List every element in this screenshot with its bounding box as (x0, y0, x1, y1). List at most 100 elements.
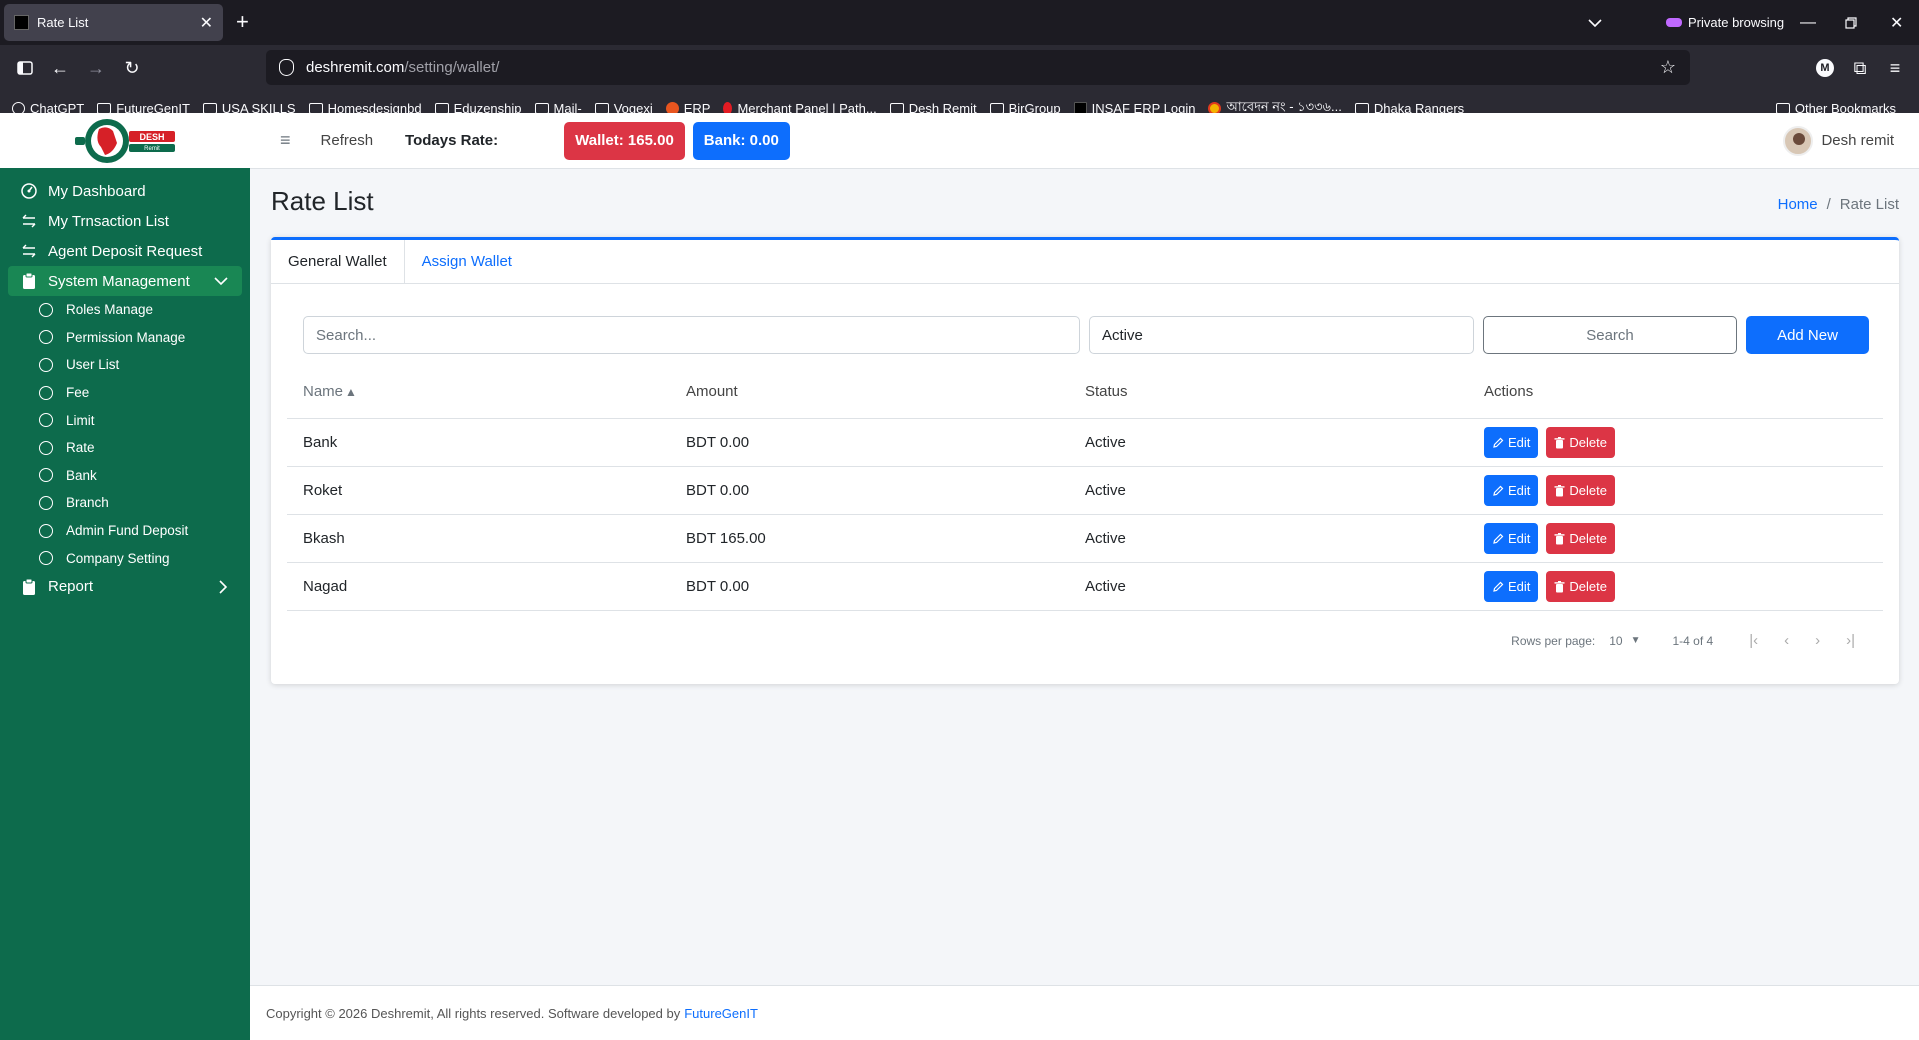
transfer-icon (20, 242, 38, 260)
chevron-down-icon[interactable] (214, 276, 228, 286)
wallet-tabs: General Wallet Assign Wallet (271, 240, 1899, 284)
cell-amount: BDT 0.00 (686, 482, 750, 499)
column-header-amount: Amount (686, 383, 738, 400)
delete-button[interactable]: Delete (1546, 523, 1615, 554)
tab-assign-wallet[interactable]: Assign Wallet (405, 240, 529, 283)
edit-label: Edit (1508, 579, 1531, 594)
close-window-icon[interactable]: ✕ (1890, 0, 1903, 45)
next-page-icon[interactable]: › (1815, 632, 1820, 649)
address-bar[interactable]: deshremit.com/setting/wallet/ ☆ (266, 50, 1690, 85)
browser-tab[interactable]: Rate List ✕ (4, 4, 223, 41)
table-row: Roket BDT 0.00 Active Edit Delete (287, 467, 1883, 515)
search-button[interactable]: Search (1483, 316, 1737, 354)
search-input[interactable]: Search... (303, 316, 1080, 354)
forward-icon[interactable]: → (83, 55, 109, 81)
sidebar-subitem-label: Roles Manage (66, 302, 154, 318)
sidebar-item-agent-deposit[interactable]: Agent Deposit Request (0, 236, 250, 266)
cell-amount: BDT 0.00 (686, 578, 750, 595)
sidebar-subitem-rate[interactable]: Rate (0, 434, 250, 462)
logo[interactable]: DESH Remit (0, 113, 250, 168)
sidebar-subitem-company-setting[interactable]: Company Setting (0, 544, 250, 572)
minimize-icon[interactable]: — (1800, 0, 1816, 45)
sort-asc-icon: ▲ (345, 385, 357, 399)
column-header-name[interactable]: Name ▲ (287, 383, 686, 400)
private-browsing-indicator: Private browsing (1666, 0, 1784, 45)
sidebar-subitem-branch[interactable]: Branch (0, 489, 250, 517)
sidebar-item-report[interactable]: Report (0, 572, 250, 602)
sidebar-nav: My Dashboard My Trnsaction List Agent De… (0, 168, 250, 602)
wallet-balance-button[interactable]: Wallet: 165.00 (564, 121, 685, 160)
sidebar-item-label: Report (48, 578, 94, 596)
column-header-status: Status (1085, 383, 1128, 400)
sidebar-subitem-bank[interactable]: Bank (0, 462, 250, 490)
sidebar-item-dashboard[interactable]: My Dashboard (0, 176, 250, 206)
avatar (1783, 125, 1814, 156)
first-page-icon[interactable]: |‹ (1749, 632, 1758, 649)
delete-button[interactable]: Delete (1546, 475, 1615, 506)
cell-actions: Edit Delete (1484, 571, 1883, 602)
folder-icon (1354, 102, 1369, 114)
logo-subtext: Remit (144, 146, 160, 152)
extensions-icon[interactable]: ⧉ (1847, 55, 1873, 81)
delete-label: Delete (1569, 483, 1607, 498)
sidebar-item-transactions[interactable]: My Trnsaction List (0, 206, 250, 236)
sidebar-subitem-fee[interactable]: Fee (0, 379, 250, 407)
close-tab-icon[interactable]: ✕ (200, 13, 213, 33)
table-row: Bkash BDT 165.00 Active Edit Delete (287, 515, 1883, 563)
pencil-icon (1493, 581, 1504, 592)
last-page-icon[interactable]: ›| (1846, 632, 1855, 649)
user-menu[interactable]: Desh remit (1783, 125, 1894, 156)
new-tab-icon[interactable]: + (236, 11, 249, 33)
menu-toggle-icon[interactable]: ≡ (280, 130, 291, 151)
bank-balance-button[interactable]: Bank: 0.00 (692, 121, 790, 160)
tab-general-wallet[interactable]: General Wallet (271, 240, 405, 283)
prev-page-icon[interactable]: ‹ (1784, 632, 1789, 649)
delete-button[interactable]: Delete (1546, 427, 1615, 458)
folder-icon (97, 102, 112, 114)
tab-list-icon[interactable] (1588, 0, 1602, 45)
sidebar-subitem-admin-fund[interactable]: Admin Fund Deposit (0, 517, 250, 545)
account-icon[interactable]: M (1812, 55, 1838, 81)
refresh-link[interactable]: Refresh (321, 132, 374, 149)
url-path: /setting/wallet/ (404, 59, 500, 76)
add-new-button[interactable]: Add New (1746, 316, 1869, 354)
rows-per-page-select[interactable]: 10 ▼ (1609, 634, 1640, 648)
sidebar-toggle-icon[interactable] (12, 55, 38, 81)
sidebar-subitem-label: Company Setting (66, 550, 170, 566)
back-icon[interactable]: ← (47, 55, 73, 81)
breadcrumb-home-link[interactable]: Home (1778, 196, 1818, 213)
edit-button[interactable]: Edit (1484, 523, 1539, 554)
footer-developer-link[interactable]: FutureGenIT (684, 1006, 758, 1021)
table-row: Bank BDT 0.00 Active Edit Delete (287, 419, 1883, 467)
sidebar-subitem-roles[interactable]: Roles Manage (0, 296, 250, 324)
page-footer: Copyright © 2026 Deshremit, All rights r… (250, 985, 1919, 1040)
edit-label: Edit (1508, 531, 1531, 546)
circle-icon (39, 523, 53, 538)
site-info-icon[interactable] (279, 59, 294, 76)
restore-icon[interactable] (1845, 0, 1857, 45)
edit-button[interactable]: Edit (1484, 475, 1539, 506)
edit-button[interactable]: Edit (1484, 571, 1539, 602)
sidebar-subitem-label: Fee (66, 385, 90, 401)
cell-status: Active (1085, 578, 1126, 595)
delete-button[interactable]: Delete (1546, 571, 1615, 602)
breadcrumb-current: Rate List (1839, 196, 1899, 213)
edit-label: Edit (1508, 435, 1531, 450)
sidebar-subitem-user-list[interactable]: User List (0, 351, 250, 379)
reload-icon[interactable]: ↻ (119, 55, 145, 81)
sidebar-subitem-limit[interactable]: Limit (0, 406, 250, 434)
status-select[interactable]: Active (1089, 316, 1474, 354)
page-title: Rate List (271, 186, 374, 216)
edit-button[interactable]: Edit (1484, 427, 1539, 458)
chevron-right-icon[interactable] (219, 580, 228, 594)
app-menu-icon[interactable]: ≡ (1882, 55, 1908, 81)
trash-icon (1554, 580, 1565, 592)
sidebar-item-system-management[interactable]: System Management (8, 266, 242, 296)
sidebar-subitem-permission[interactable]: Permission Manage (0, 324, 250, 352)
breadcrumb: Home / Rate List (1778, 196, 1899, 213)
circle-icon (39, 440, 53, 455)
circle-icon (39, 302, 53, 317)
bookmark-star-icon[interactable]: ☆ (1660, 57, 1676, 78)
trash-icon (1554, 436, 1565, 448)
browser-tab-strip: Rate List ✕ + Private browsing — ✕ (0, 0, 1919, 45)
